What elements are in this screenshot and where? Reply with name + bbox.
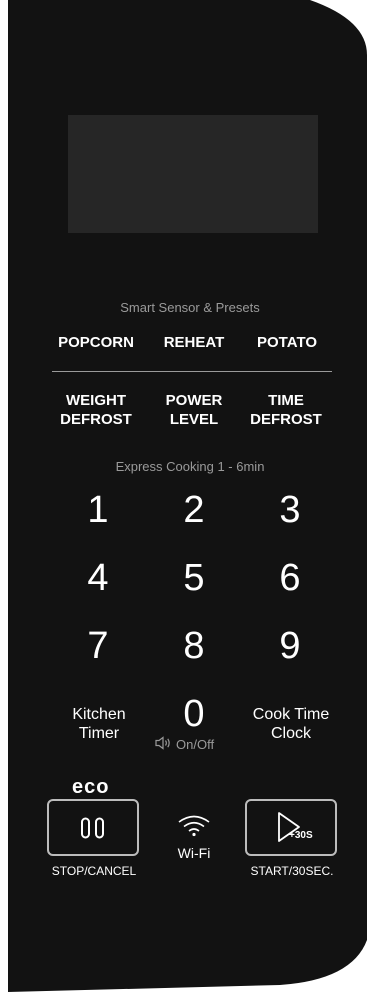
express-cooking-caption: Express Cooking 1 - 6min <box>115 459 265 474</box>
power-level-button[interactable]: POWER LEVEL <box>150 391 238 429</box>
weight-defrost-line-2: DEFROST <box>60 411 132 428</box>
wifi-icon <box>176 813 212 842</box>
sound-toggle: On/Off <box>155 736 214 753</box>
pause-icon <box>80 817 106 844</box>
time-defrost-line-1: TIME <box>268 392 304 409</box>
sound-on-off-label: On/Off <box>176 737 215 752</box>
smart-sensor-caption: Smart Sensor & Presets <box>120 300 260 315</box>
time-defrost-button[interactable]: TIME DEFROST <box>240 391 332 429</box>
plus-30s-text: +30S <box>289 830 313 841</box>
key-9[interactable]: 9 <box>260 624 320 668</box>
time-defrost-line-2: DEFROST <box>250 411 322 428</box>
cook-time-clock-line-1: Cook Time <box>252 706 330 723</box>
key-7[interactable]: 7 <box>68 624 128 668</box>
popcorn-button[interactable]: POPCORN <box>48 333 144 352</box>
reheat-button[interactable]: REHEAT <box>150 333 238 352</box>
key-0[interactable]: 0 <box>164 692 224 736</box>
start-30sec-button[interactable]: +30S <box>245 799 337 856</box>
stop-cancel-button[interactable] <box>47 799 139 856</box>
speaker-icon <box>155 736 173 753</box>
potato-button[interactable]: POTATO <box>244 333 330 352</box>
key-1[interactable]: 1 <box>68 488 128 532</box>
key-3[interactable]: 3 <box>260 488 320 532</box>
start-30sec-label: START/30SEC. <box>250 864 334 878</box>
key-4[interactable]: 4 <box>68 556 128 600</box>
wifi-label: Wi-Fi <box>177 845 211 861</box>
power-level-line-1: POWER <box>165 392 223 409</box>
kitchen-timer-button[interactable]: Kitchen Timer <box>50 705 148 743</box>
kitchen-timer-line-2: Timer <box>78 725 120 742</box>
key-6[interactable]: 6 <box>260 556 320 600</box>
weight-defrost-line-1: WEIGHT <box>66 392 126 409</box>
power-level-line-2: LEVEL <box>169 411 219 428</box>
preset-divider <box>52 371 332 372</box>
stop-cancel-label: STOP/CANCEL <box>51 864 137 878</box>
key-2[interactable]: 2 <box>164 488 224 532</box>
key-5[interactable]: 5 <box>164 556 224 600</box>
key-8[interactable]: 8 <box>164 624 224 668</box>
cook-time-clock-line-2: Clock <box>270 725 311 742</box>
cook-time-clock-button[interactable]: Cook Time Clock <box>240 705 342 743</box>
eco-label: eco <box>72 776 110 798</box>
display-window <box>68 115 318 233</box>
kitchen-timer-line-1: Kitchen <box>72 706 126 723</box>
weight-defrost-button[interactable]: WEIGHT DEFROST <box>48 391 144 429</box>
